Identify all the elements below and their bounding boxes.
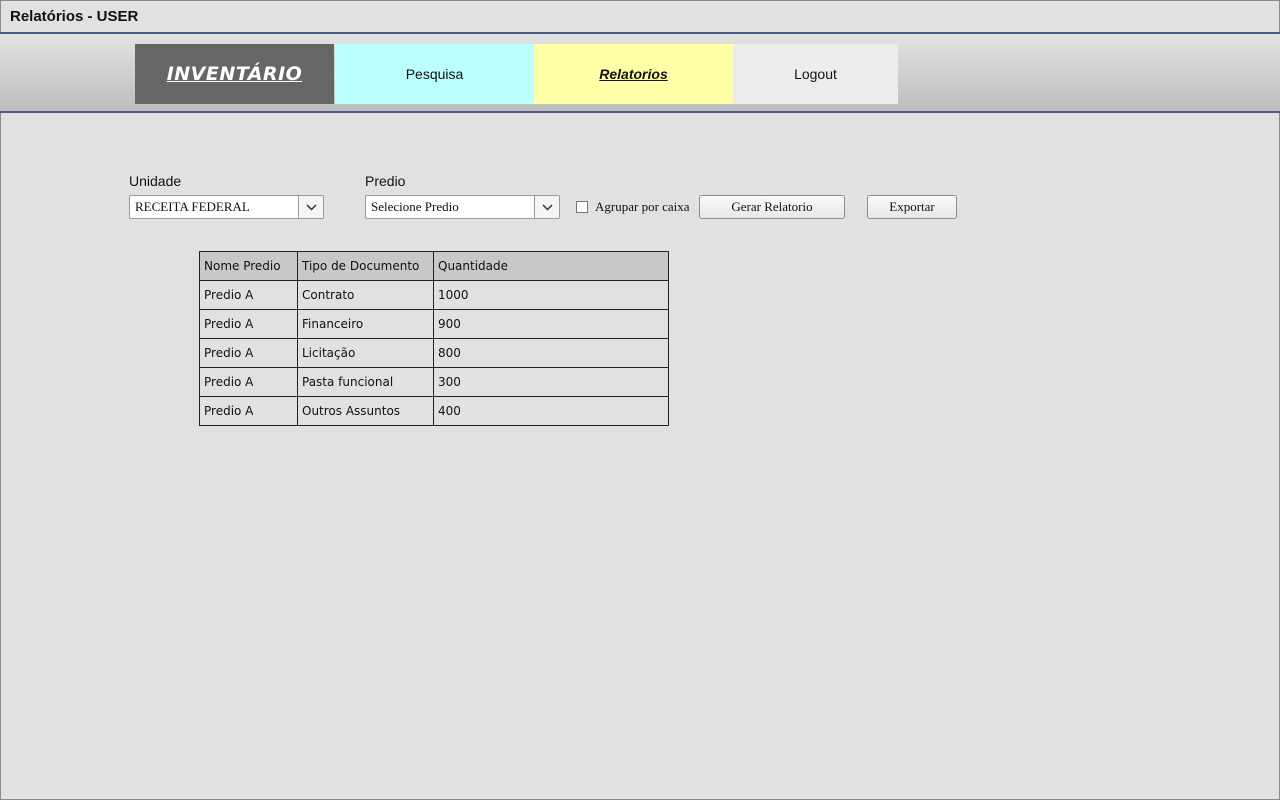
table-cell: Predio A <box>199 338 298 368</box>
table-cell: Predio A <box>199 396 298 426</box>
table-row: Predio A Contrato 1000 <box>199 280 669 310</box>
agrupar-por-caixa-checkbox[interactable] <box>576 201 588 213</box>
nav-item-relatorios[interactable]: Relatorios <box>534 44 733 104</box>
table-cell: Predio A <box>199 280 298 310</box>
table-cell: Outros Assuntos <box>297 396 434 426</box>
table-cell: Licitação <box>297 338 434 368</box>
agrupar-por-caixa-label: Agrupar por caixa <box>595 199 690 214</box>
column-header: Nome Predio <box>199 251 298 281</box>
table-cell: 300 <box>433 367 669 397</box>
predio-label: Predio <box>365 173 406 189</box>
nav-item-pesquisa[interactable]: Pesquisa <box>335 44 534 104</box>
chevron-down-icon[interactable] <box>534 196 559 218</box>
table-row: Predio A Licitação 800 <box>199 338 669 368</box>
logo[interactable]: INVENTÁRIO <box>135 44 334 104</box>
top-navigation: INVENTÁRIO Pesquisa Relatorios Logout <box>0 32 1280 113</box>
report-table: Nome Predio Tipo de Documento Quantidade… <box>199 251 669 426</box>
window-title: Relatórios - USER <box>10 8 139 25</box>
table-row: Predio A Financeiro 900 <box>199 309 669 339</box>
table-cell: 800 <box>433 338 669 368</box>
gerar-relatorio-button[interactable]: Gerar Relatorio <box>699 195 845 219</box>
table-row: Predio A Pasta funcional 300 <box>199 367 669 397</box>
predio-select-value: Selecione Predio <box>371 199 459 214</box>
table-cell: Contrato <box>297 280 434 310</box>
table-row: Predio A Outros Assuntos 400 <box>199 396 669 426</box>
column-header: Tipo de Documento <box>297 251 434 281</box>
table-cell: Financeiro <box>297 309 434 339</box>
table-cell: 1000 <box>433 280 669 310</box>
unidade-select-value: RECEITA FEDERAL <box>135 199 250 214</box>
exportar-button[interactable]: Exportar <box>867 195 957 219</box>
chevron-down-icon[interactable] <box>298 196 323 218</box>
table-cell: 900 <box>433 309 669 339</box>
table-cell: Pasta funcional <box>297 367 434 397</box>
predio-select[interactable]: Selecione Predio <box>365 195 560 219</box>
agrupar-por-caixa-option: Agrupar por caixa <box>576 199 690 215</box>
nav-item-logout[interactable]: Logout <box>733 44 898 104</box>
table-cell: Predio A <box>199 367 298 397</box>
unidade-select[interactable]: RECEITA FEDERAL <box>129 195 324 219</box>
column-header: Quantidade <box>433 251 669 281</box>
table-cell: 400 <box>433 396 669 426</box>
table-cell: Predio A <box>199 309 298 339</box>
unidade-label: Unidade <box>129 173 182 189</box>
table-header-row: Nome Predio Tipo de Documento Quantidade <box>199 251 669 281</box>
